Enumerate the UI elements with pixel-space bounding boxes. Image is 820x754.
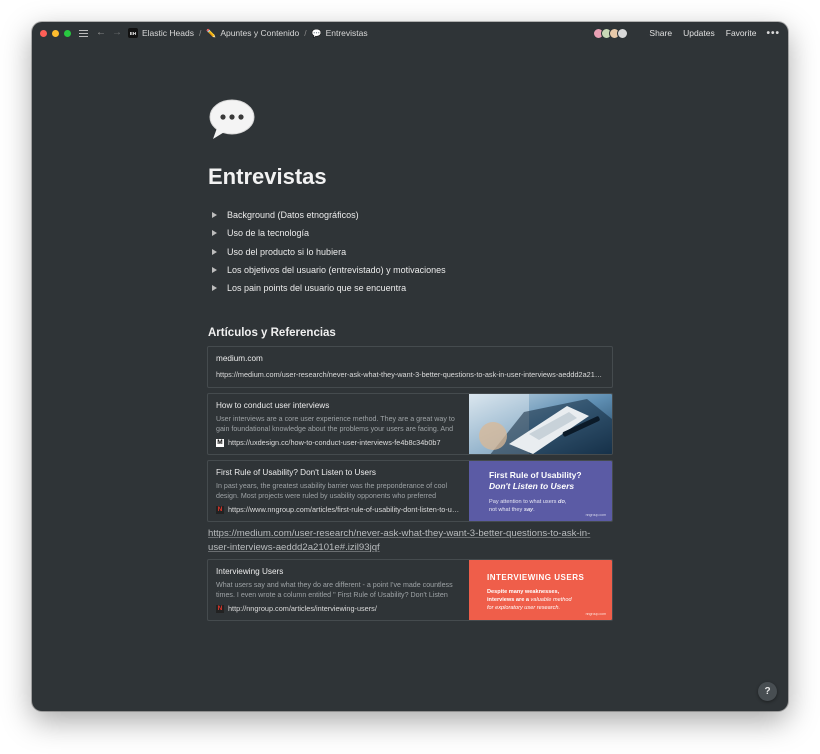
updates-button[interactable]: Updates [683,28,715,38]
bookmark-url-text: https://www.nngroup.com/articles/first-r… [228,505,461,514]
thumb-text: . [533,507,535,513]
bookmark-url: N https://www.nngroup.com/articles/first… [216,505,461,514]
toggle-arrow-icon[interactable] [212,212,217,219]
toggle-arrow-icon[interactable] [212,248,217,255]
thumb-text-line2: interviews are a valuable method [487,596,612,604]
app-window: ← → EH Elastic Heads / ✏️ Apuntes y Cont… [32,22,788,711]
breadcrumb-label: Elastic Heads [142,28,194,38]
thumb-text-emphasis: valuable method [530,597,572,603]
breadcrumb-apuntes[interactable]: ✏️ Apuntes y Contenido [206,28,299,38]
section-heading[interactable]: Artículos y Referencias [208,327,336,339]
window-controls [40,29,71,37]
more-options-icon[interactable]: ••• [766,28,780,39]
bookmark-description: In past years, the greatest usability ba… [216,482,448,500]
collaborator-avatars[interactable] [593,27,629,39]
bookmark-title: How to conduct user interviews [216,401,330,410]
toggle-item[interactable]: Uso del producto si lo hubiera [212,243,446,261]
nngroup-favicon-icon: N [216,604,224,613]
toggle-arrow-icon[interactable] [212,285,217,292]
breadcrumb-workspace[interactable]: EH Elastic Heads [128,28,194,38]
bookmark-url: M https://uxdesign.cc/how-to-conduct-use… [216,438,461,447]
breadcrumb-separator: / [304,28,307,38]
speech-bubble-icon: 💬 [311,28,322,38]
thumb-text: interviews are a [487,597,531,603]
bookmark-title: First Rule of Usability? Don't Listen to… [216,468,376,477]
thumb-subtext-line1: Pay attention to what users do, [489,498,612,506]
thumb-text: Pay attention to what users [489,499,559,505]
sidebar-toggle-icon[interactable] [79,29,88,37]
toggle-label: Background (Datos etnográficos) [227,210,359,221]
bookmark-url-text: http://nngroup.com/articles/interviewing… [228,604,377,613]
minimize-window-button[interactable] [52,29,59,37]
page-icon[interactable] [209,98,255,140]
toggle-arrow-icon[interactable] [212,230,217,237]
forward-arrow-icon[interactable]: → [112,28,122,38]
interview-photo-illustration [469,394,612,454]
bookmark-nngroup-interviewing-users[interactable]: Interviewing Users What users say and wh… [207,559,613,621]
toggle-item[interactable]: Los pain points del usuario que se encue… [212,279,446,297]
thumb-text: , [564,499,567,505]
close-window-button[interactable] [40,29,47,37]
pencil-icon: ✏️ [206,28,217,38]
thumb-heading-line1: First Rule of Usability? [489,470,582,480]
toggle-arrow-icon[interactable] [212,267,217,274]
share-button[interactable]: Share [649,28,672,38]
breadcrumb-separator: / [198,28,202,38]
back-arrow-icon[interactable]: ← [96,28,106,38]
bookmark-text: medium.com https://medium.com/user-resea… [208,347,612,387]
speech-bubble-icon [209,99,255,139]
bookmark-text: Interviewing Users What users say and wh… [208,560,469,620]
bookmark-medium[interactable]: medium.com https://medium.com/user-resea… [207,346,613,388]
help-button[interactable]: ? [758,682,777,701]
topbar: ← → EH Elastic Heads / ✏️ Apuntes y Cont… [32,22,788,44]
toggle-item[interactable]: Background (Datos etnográficos) [212,206,446,224]
breadcrumb-label: Entrevistas [325,28,368,38]
bookmark-url: N http://nngroup.com/articles/interviewi… [216,604,461,613]
bookmark-title: medium.com [216,354,263,363]
workspace-badge-icon: EH [128,28,138,38]
toggle-label: Los pain points del usuario que se encue… [227,283,407,294]
bookmark-thumbnail-nng-purple: First Rule of Usability? Don't Listen to… [469,461,612,521]
thumb-text-line3: for exploratory user research. [487,605,561,611]
bookmark-url: https://medium.com/user-research/never-a… [216,370,604,379]
thumb-text-emphasis: do [558,499,565,505]
favorite-button[interactable]: Favorite [726,28,757,38]
thumb-heading-line2: Don't Listen to Users [489,481,575,491]
bookmark-text: How to conduct user interviews User inte… [208,394,469,454]
toggle-item[interactable]: Los objetivos del usuario (entrevistado)… [212,261,446,279]
bookmark-thumbnail-photo [469,394,612,454]
thumb-footer: nngroup.com [585,612,606,616]
plain-url-link[interactable]: https://medium.com/user-research/never-a… [208,527,608,554]
toggle-label: Uso del producto si lo hubiera [227,246,347,257]
avatar[interactable] [617,27,629,39]
bookmark-description: What users say and what they do are diff… [216,581,453,599]
toggle-item[interactable]: Uso de la tecnología [212,224,446,242]
bookmark-thumbnail-nng-orange: INTERVIEWING USERS Despite many weakness… [469,560,612,620]
thumb-text-emphasis: say [523,507,534,513]
thumb-text-line1: Despite many weaknesses, [487,589,560,595]
bookmark-title: Interviewing Users [216,567,284,576]
breadcrumb-entrevistas[interactable]: 💬 Entrevistas [312,28,368,38]
thumb-text: not what they [489,507,524,513]
bookmark-url-text: https://uxdesign.cc/how-to-conduct-user-… [228,438,441,447]
thumb-footer: nngroup.com [585,513,606,517]
medium-favicon-icon: M [216,438,224,447]
bookmark-description: User interviews are a core user experien… [216,415,455,433]
bookmark-text: First Rule of Usability? Don't Listen to… [208,461,469,521]
toggle-list: Background (Datos etnográficos) Uso de l… [212,206,446,297]
zoom-window-button[interactable] [64,29,71,37]
bookmark-nngroup-first-rule[interactable]: First Rule of Usability? Don't Listen to… [207,460,613,522]
page-title[interactable]: Entrevistas [208,164,327,190]
bookmark-uxdesign[interactable]: How to conduct user interviews User inte… [207,393,613,455]
nngroup-favicon-icon: N [216,505,224,514]
thumb-heading: INTERVIEWING USERS [487,573,585,582]
toggle-label: Los objetivos del usuario (entrevistado)… [227,265,446,276]
breadcrumb-label: Apuntes y Contenido [220,28,300,38]
bookmark-url-text: https://medium.com/user-research/never-a… [216,370,604,379]
toggle-label: Uso de la tecnología [227,228,310,239]
